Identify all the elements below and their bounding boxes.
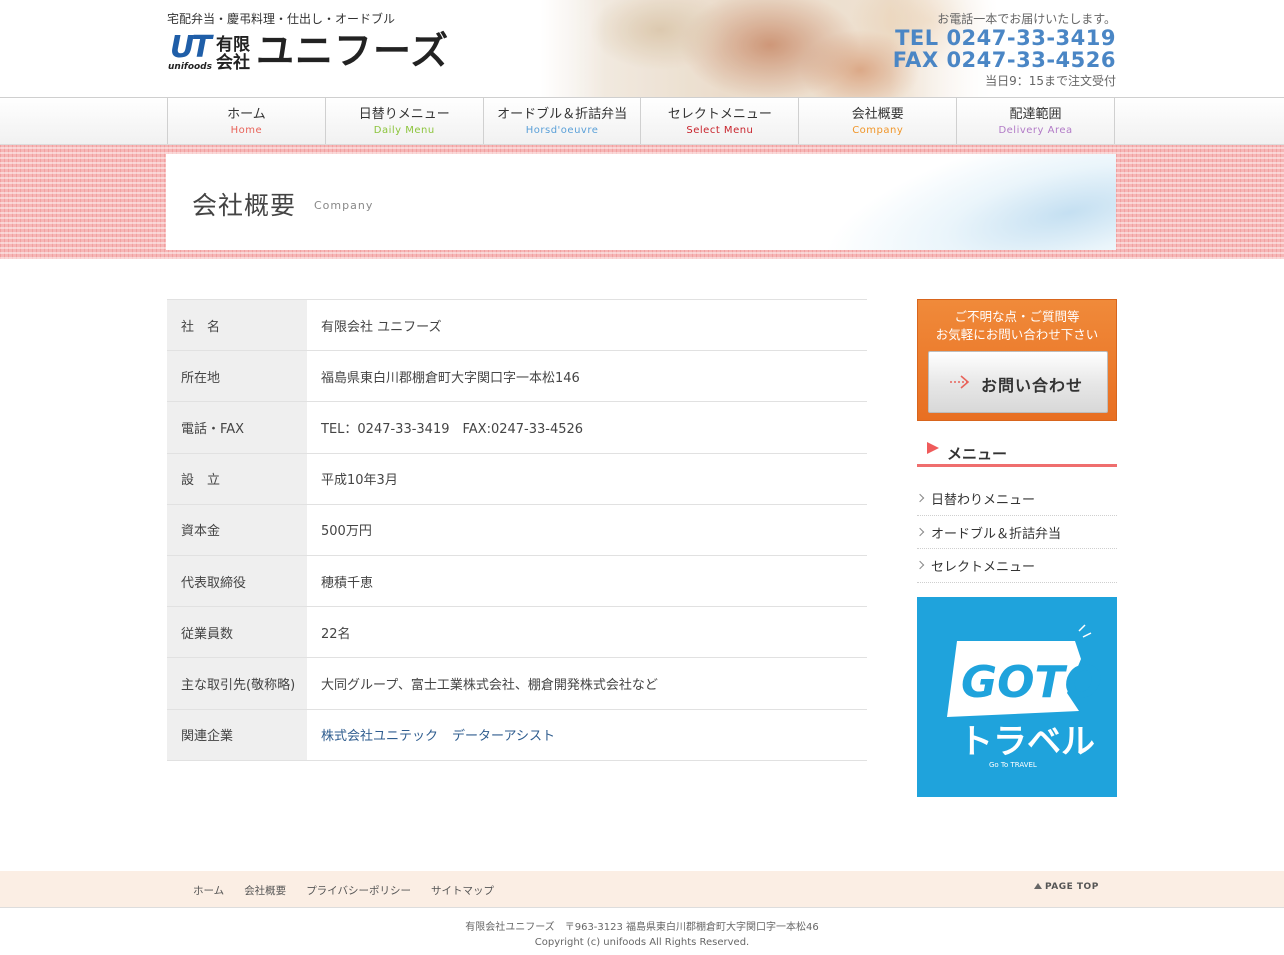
nav-item-company[interactable]: 会社概要 Company (799, 98, 958, 144)
page-title: 会社概要 (192, 191, 297, 220)
page-subtitle: Company (314, 199, 374, 212)
sidebar-item-select-menu[interactable]: セレクトメニュー (915, 549, 1117, 584)
row-label: 関連企業 (167, 709, 307, 760)
global-nav-bar: ホーム Home 日替りメニュー Daily Menu オードブル＆折詰弁当 H… (0, 97, 1284, 145)
arrow-right-icon (950, 375, 970, 389)
row-value: 株式会社ユニテック データーアシスト (307, 710, 867, 760)
table-row-related: 関連企業 株式会社ユニテック データーアシスト (167, 709, 867, 761)
table-row: 主な取引先(敬称略) 大同グループ、富士工業株式会社、棚倉開発株式会社など (167, 658, 867, 710)
logo-mark-icon: UT unifoods (168, 30, 212, 73)
sidebar-menu-heading: メニュー (917, 438, 1117, 467)
row-value: 22名 (321, 626, 351, 642)
row-label: 設 立 (167, 453, 307, 504)
svg-text:Go To TRAVEL: Go To TRAVEL (989, 761, 1037, 769)
row-label: 資本金 (167, 504, 307, 555)
footer-link-sitemap[interactable]: サイトマップ (431, 883, 494, 898)
row-value: 有限会社 ユニフーズ (321, 319, 442, 335)
footer-info: 有限会社ユニフーズ 〒963-3123 福島県東白川郡棚倉町大字関口字一本松46… (0, 909, 1284, 955)
arrow-up-icon (1034, 883, 1042, 889)
triangle-icon (927, 442, 939, 454)
chevron-right-icon (915, 493, 925, 503)
contact-note: お電話一本でお届けいたします。 (937, 12, 1116, 26)
row-label: 代表取締役 (167, 555, 307, 607)
row-value: 穂積千恵 (321, 575, 374, 591)
site-header: 宅配弁当・慶弔料理・仕出し・オードブル UT unifoods 有限 会社 ユニ… (0, 0, 1284, 97)
contact-fax: FAX 0247-33-4526 (892, 48, 1116, 72)
inquiry-button[interactable]: お問い合わせ (928, 351, 1108, 413)
header-contact: お電話一本でお届けいたします。 TEL 0247-33-3419 FAX 024… (893, 10, 1116, 89)
row-value: 大同グループ、富士工業株式会社、棚倉開発株式会社など (321, 677, 658, 693)
footer-links: ホーム 会社概要 プライバシーポリシー サイトマップ (193, 883, 514, 898)
logo-company-type: 有限 会社 (216, 35, 250, 73)
row-label: 電話・FAX (167, 402, 307, 453)
related-link-unitec[interactable]: 株式会社ユニテック (321, 725, 438, 744)
table-row: 社 名 有限会社 ユニフーズ (167, 300, 867, 352)
nav-item-home[interactable]: ホーム Home (168, 98, 326, 144)
contact-hours: 当日9：15まで注文受付 (985, 74, 1116, 88)
table-row: 所在地 福島県東白川郡棚倉町大字関口字一本松146 (167, 351, 867, 403)
footer-link-home[interactable]: ホーム (193, 883, 224, 898)
row-value: TEL：0247-33-3419 FAX:0247-33-4526 (321, 421, 584, 437)
row-label: 所在地 (167, 351, 307, 402)
table-row: 資本金 500万円 (167, 504, 867, 556)
footer-link-privacy[interactable]: プライバシーポリシー (306, 883, 411, 898)
row-value: 福島県東白川郡棚倉町大字関口字一本松146 (321, 370, 580, 386)
table-row: 電話・FAX TEL：0247-33-3419 FAX:0247-33-4526 (167, 402, 867, 454)
footer-address: 有限会社ユニフーズ 〒963-3123 福島県東白川郡棚倉町大字関口字一本松46 (465, 922, 819, 933)
nav-item-delivery-area[interactable]: 配達範囲 Delivery Area (957, 98, 1115, 144)
footer-nav-bar: ホーム 会社概要 プライバシーポリシー サイトマップ PAGE TOP (0, 871, 1284, 908)
svg-text:GOTO: GOTO (961, 657, 1102, 708)
logo-company-name: ユニフーズ (256, 29, 450, 73)
inquiry-text: ご不明な点・ご質問等 お気軽にお問い合わせ下さい (935, 309, 1099, 342)
row-label: 社 名 (167, 300, 307, 351)
table-row: 従業員数 22名 (167, 607, 867, 659)
table-row: 設 立 平成10年3月 (167, 453, 867, 505)
page-title-box: 会社概要 Company (166, 154, 1116, 250)
row-label: 従業員数 (167, 607, 307, 658)
sidebar-item-daily-menu[interactable]: 日替わりメニュー (915, 482, 1117, 516)
chevron-right-icon (915, 561, 925, 570)
nav-item-select-menu[interactable]: セレクトメニュー Select Menu (641, 98, 800, 144)
chevron-right-icon (915, 527, 925, 536)
row-label: 主な取引先(敬称略) (167, 658, 307, 709)
sidebar-menu-list: 日替わりメニュー オードブル＆折詰弁当 セレクトメニュー (915, 482, 1117, 584)
goto-travel-logo: GOTO トラベル Go To TRAVEL (947, 624, 1102, 769)
inquiry-box: ご不明な点・ご質問等 お気軽にお問い合わせ下さい お問い合わせ (917, 299, 1117, 421)
svg-text:トラベル: トラベル (959, 722, 1095, 762)
global-nav: ホーム Home 日替りメニュー Daily Menu オードブル＆折詰弁当 H… (167, 98, 1115, 144)
company-info-table: 社 名 有限会社 ユニフーズ 所在地 福島県東白川郡棚倉町大字関口字一本松146… (167, 299, 867, 761)
table-row: 代表取締役 穂積千恵 (167, 555, 867, 608)
site-tagline: 宅配弁当・慶弔料理・仕出し・オードブル (167, 12, 396, 26)
site-logo[interactable]: UT unifoods 有限 会社 ユニフーズ (168, 30, 449, 72)
nav-item-daily-menu[interactable]: 日替りメニュー Daily Menu (326, 98, 484, 144)
footer-copyright: Copyright (c) unifoods All Rights Reserv… (534, 937, 750, 948)
contact-tel[interactable]: TEL 0247-33-3419 (893, 27, 1116, 49)
nav-item-horsdoeuvre[interactable]: オードブル＆折詰弁当 Horsd'oeuvre (484, 98, 642, 144)
related-link-data-assist[interactable]: データーアシスト (452, 725, 555, 744)
row-value: 平成10年3月 (321, 473, 398, 489)
page-title-band: 会社概要 Company (0, 145, 1284, 259)
goto-travel-banner[interactable]: GOTO トラベル Go To TRAVEL (917, 597, 1117, 797)
footer-link-company[interactable]: 会社概要 (244, 883, 286, 898)
row-value: 500万円 (321, 524, 372, 540)
sidebar-item-horsdoeuvre[interactable]: オードブル＆折詰弁当 (915, 516, 1117, 550)
page-top-button[interactable]: PAGE TOP (1034, 882, 1099, 892)
